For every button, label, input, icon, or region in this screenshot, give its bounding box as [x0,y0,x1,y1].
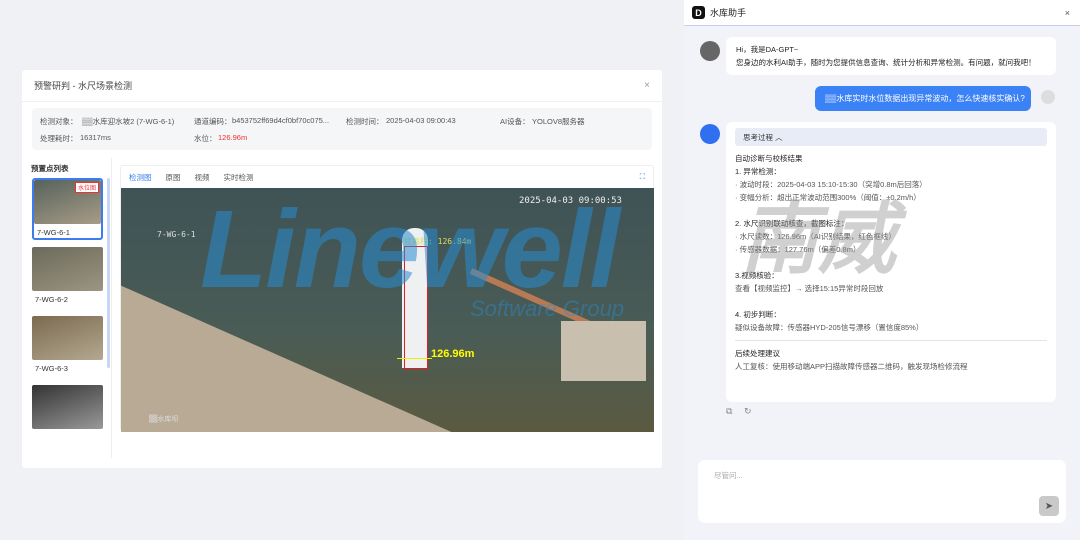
detection-image: 2025-04-03 09:00:53 7-WG-6-1 底高程: 126.84… [121,188,654,432]
tab-original[interactable]: 原图 [166,172,181,183]
detection-modal: 预警研判 - 水尺场景检测 × 检测对象： ▒▒水库迎水坡2 (7-WG-6-1… [22,70,662,468]
level-value: 126.96m [218,133,248,142]
list-item[interactable] [32,385,103,447]
chat-title: 水库助手 [710,8,747,18]
list-item[interactable]: 水位图 7-WG-6-1 [32,178,103,240]
bot-avatar [700,41,720,61]
greeting-line: Hi，我是DA-GPT~ [736,45,799,54]
photo-timestamp: 2025-04-03 09:00:53 [519,196,622,206]
greeting-message: Hi，我是DA-GPT~ 您身边的水利AI助手，随时为您提供信息查询、统计分析和… [726,37,1056,75]
detection-box [404,246,428,370]
followup-title: 后续处理建议 [735,349,780,358]
bank [121,285,452,432]
duration-value: 16317ms [80,133,111,142]
water-line [397,358,432,359]
answer-body: 自动诊断与校核结果 1. 异常检测： · 波动时段：2025-04-03 15:… [726,152,1056,334]
elevation-label: 底高程: 126.84m [404,237,472,246]
device-label: AI设备： [500,117,530,126]
list-item-label: 7-WG-6-3 [35,364,68,373]
time-value: 2025-04-03 09:00:43 [386,116,456,125]
channel-value: b453752ff69d4cf0bf70c075... [232,116,330,125]
concrete-block [561,321,646,381]
answer-line: 查看【视频监控】→ 选择15:15异常时段回放 [735,284,884,293]
answer-line: · 波动时段：2025-04-03 15:10-15:30（突增0.8m后回落） [735,180,927,189]
site-label: ▒▒水库坝 [149,415,179,423]
info-panel: 检测对象： ▒▒水库迎水坡2 (7-WG-6-1) 通道编码： b453752f… [32,108,652,150]
answer-line: 疑似设备故障：传感器HYD-205信号漂移（置信度85%） [735,323,924,332]
close-icon[interactable]: × [1065,8,1070,18]
list-title: 预置点列表 [31,164,69,173]
object-label: 检测对象： [40,117,78,126]
input-placeholder: 尽管问... [714,471,743,480]
device-value: YOLOV8服务器 [532,117,585,126]
thumbnail [32,385,103,429]
duration-label: 处理耗时： [40,134,78,143]
time-label: 检测时间： [346,117,384,126]
answer-line: 1. 异常检测： [735,167,781,176]
level-label: 水位： [194,134,217,143]
thumbnail [32,316,103,360]
fullscreen-icon[interactable]: ⛶ [640,172,645,182]
water-level-tag: 水位图 [74,182,99,193]
modal-title: 预警研判 - 水尺场景检测 [34,81,132,91]
copy-icon[interactable]: ⧉ [726,406,732,417]
tab-detection[interactable]: 检测图 [129,172,152,183]
app-logo: D [692,6,705,19]
image-viewer: 检测图 原图 视频 实时检测 ⛶ 2025-04-03 09:00:53 7-W… [120,165,654,432]
answer-line: 2. 水尺识别联动核查，截图标注： [735,219,849,228]
answer-line: 3.视频核验： [735,271,779,280]
answer-line: · 传感器数据：127.76m（偏差0.8m） [735,245,861,254]
answer-line: 4. 初步判断： [735,310,781,319]
user-message: ▒▒水库实时水位数据出现异常波动，怎么快速核实确认? [815,86,1031,111]
camera-label: 7-WG-6-1 [157,230,196,239]
divider [735,340,1047,341]
answer-line: · 水尺读数：126.96m（AI识别结果，红色框线） [735,232,896,241]
water-level-reading: 126.96m [431,348,475,360]
chat-input[interactable]: 尽管问... ➤ [698,460,1066,523]
followup: 后续处理建议 人工复核：使用移动端APP扫描故障传感器二维码，触发现场检修流程 [726,347,1056,373]
chat-panel: D 水库助手 × Hi，我是DA-GPT~ 您身边的水利AI助手，随时为您提供信… [684,0,1080,540]
tab-bar: 检测图 原图 视频 实时检测 ⛶ [121,166,653,188]
modal-header: 预警研判 - 水尺场景检测 × [22,70,662,102]
answer-line: 自动诊断与校核结果 [735,154,803,163]
scrollbar[interactable] [107,178,110,368]
list-item-label: 7-WG-6-1 [37,228,70,237]
object-value: ▒▒水库迎水坡2 (7-WG-6-1) [82,117,175,126]
followup-text: 人工复核：使用移动端APP扫描故障传感器二维码，触发现场检修流程 [735,362,968,371]
thinking-toggle[interactable]: 思考过程 ︿ [735,128,1047,146]
thumbnail [32,247,103,291]
answer-message: 思考过程 ︿ 自动诊断与校核结果 1. 异常检测： · 波动时段：2025-04… [726,122,1056,402]
greeting-line: 您身边的水利AI助手，随时为您提供信息查询、统计分析和异常检测。有问题，就问我吧… [736,58,1036,67]
close-icon[interactable]: × [644,80,650,91]
list-item[interactable]: 7-WG-6-2 [32,247,103,309]
tab-video[interactable]: 视频 [195,172,210,183]
user-avatar [1041,90,1055,104]
answer-line: · 变幅分析：超出正常波动范围300%（阈值：±0.2m/h） [735,193,921,202]
list-item[interactable]: 7-WG-6-3 [32,316,103,378]
list-item-label: 7-WG-6-2 [35,295,68,304]
preset-point-list: 预置点列表 水位图 7-WG-6-1 7-WG-6-2 7-WG-6-3 [22,158,112,458]
bot-avatar [700,124,720,144]
channel-label: 通道编码： [194,117,232,126]
send-button[interactable]: ➤ [1039,496,1059,516]
regenerate-icon[interactable]: ↻ [744,406,752,417]
left-pane: 预警研判 - 水尺场景检测 × 检测对象： ▒▒水库迎水坡2 (7-WG-6-1… [0,0,684,540]
tab-realtime[interactable]: 实时检测 [224,172,254,183]
chat-header: D 水库助手 × [684,0,1080,26]
